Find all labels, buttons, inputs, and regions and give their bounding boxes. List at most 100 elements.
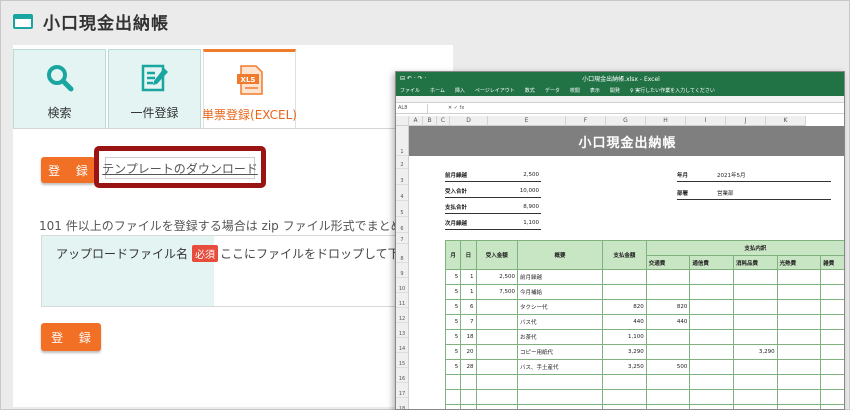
- cell-payment[interactable]: [602, 284, 647, 300]
- cell-day[interactable]: [460, 374, 477, 390]
- template-download-link[interactable]: テンプレートのダウンロード: [102, 157, 258, 179]
- cell-b3[interactable]: [732, 389, 778, 405]
- cell-b2[interactable]: [689, 389, 734, 405]
- row-header[interactable]: 4: [396, 185, 408, 201]
- ribbon-tab-page-layout[interactable]: ページレイアウト: [475, 87, 515, 94]
- cell-summary[interactable]: 今月補給: [516, 284, 604, 300]
- cell-month[interactable]: 5: [444, 329, 462, 345]
- formula-icons[interactable]: ✕ ✓ fx: [448, 105, 464, 111]
- cell-day[interactable]: 6: [460, 299, 477, 315]
- name-box[interactable]: AL8: [396, 103, 428, 113]
- cell-receipt[interactable]: 7,500: [475, 284, 518, 300]
- cell-receipt[interactable]: [475, 344, 518, 360]
- cell-b2[interactable]: [689, 404, 734, 409]
- cell-b1[interactable]: 500: [645, 359, 691, 375]
- register-button-top[interactable]: 登 録: [41, 157, 95, 183]
- cell-b4[interactable]: [776, 359, 822, 375]
- register-button-bottom[interactable]: 登 録: [41, 323, 101, 351]
- cell-receipt[interactable]: [475, 404, 518, 409]
- ribbon-tab-view[interactable]: 表示: [590, 87, 600, 94]
- cell-payment[interactable]: 820: [602, 299, 647, 315]
- cell-b4[interactable]: [776, 299, 822, 315]
- row-header[interactable]: 1: [396, 126, 408, 156]
- cell-b3[interactable]: [732, 314, 778, 330]
- tab-single-entry[interactable]: 一件登録: [108, 49, 201, 129]
- cell-b4[interactable]: [776, 269, 822, 285]
- cell-summary[interactable]: バス代: [516, 314, 604, 330]
- cell-b2[interactable]: [689, 329, 734, 345]
- cell-payment[interactable]: 3,290: [602, 344, 647, 360]
- cell-b1[interactable]: 820: [645, 299, 691, 315]
- cell-month[interactable]: 5: [444, 344, 462, 360]
- cell-payment[interactable]: [602, 269, 647, 285]
- column-header[interactable]: J: [726, 116, 766, 126]
- cell-b2[interactable]: [689, 269, 734, 285]
- cell-b1[interactable]: [645, 344, 691, 360]
- cell-b3[interactable]: [732, 284, 778, 300]
- cell-payment[interactable]: 1,100: [602, 329, 647, 345]
- cell-b5[interactable]: [820, 404, 844, 409]
- cell-b1[interactable]: [645, 374, 691, 390]
- cell-b3[interactable]: [732, 359, 778, 375]
- cell-summary[interactable]: [516, 389, 604, 405]
- column-header[interactable]: A: [409, 116, 423, 126]
- row-header[interactable]: 13: [396, 323, 408, 338]
- cell-b2[interactable]: [689, 314, 734, 330]
- tab-excel-entry[interactable]: XLS 単票登録(EXCEL): [202, 49, 297, 129]
- cell-day[interactable]: [460, 389, 477, 405]
- cell-summary[interactable]: タクシー代: [516, 299, 604, 315]
- cell-month[interactable]: 5: [444, 314, 462, 330]
- row-header[interactable]: 14: [396, 338, 408, 353]
- cell-b3[interactable]: [732, 299, 778, 315]
- cell-b4[interactable]: [776, 374, 822, 390]
- ribbon-tab-data[interactable]: データ: [545, 87, 560, 94]
- cell-b5[interactable]: [820, 299, 844, 315]
- cell-summary[interactable]: バス、手土産代: [516, 359, 604, 375]
- cell-b3[interactable]: [732, 404, 778, 409]
- row-header[interactable]: 18: [396, 398, 408, 409]
- cell-month[interactable]: 5: [444, 299, 462, 315]
- cell-summary[interactable]: 前月繰越: [516, 269, 604, 285]
- cell-receipt[interactable]: [475, 329, 518, 345]
- column-header[interactable]: G: [606, 116, 646, 126]
- cell-b3[interactable]: 3,290: [732, 344, 778, 360]
- cell-payment[interactable]: 3,250: [602, 359, 647, 375]
- tell-me-box[interactable]: ♀ 実行したい作業を入力してください: [630, 87, 715, 94]
- select-all-corner[interactable]: [396, 116, 409, 126]
- row-header[interactable]: 17: [396, 383, 408, 398]
- cell-summary[interactable]: お茶代: [516, 329, 604, 345]
- ribbon-tab-formulas[interactable]: 数式: [525, 87, 535, 94]
- cell-b2[interactable]: [689, 344, 734, 360]
- row-header[interactable]: 2: [396, 156, 408, 169]
- cell-month[interactable]: [444, 374, 462, 390]
- cell-day[interactable]: 20: [460, 344, 477, 360]
- cell-summary[interactable]: [516, 404, 604, 409]
- cell-day[interactable]: 7: [460, 314, 477, 330]
- cell-b4[interactable]: [776, 344, 822, 360]
- cell-payment[interactable]: [602, 389, 647, 405]
- cell-b3[interactable]: [732, 374, 778, 390]
- cell-b1[interactable]: [645, 284, 691, 300]
- cell-b3[interactable]: [732, 329, 778, 345]
- column-header[interactable]: K: [766, 116, 806, 126]
- cell-b1[interactable]: [645, 389, 691, 405]
- cell-b3[interactable]: [732, 269, 778, 285]
- cell-b2[interactable]: [689, 299, 734, 315]
- row-header[interactable]: 16: [396, 368, 408, 383]
- row-header[interactable]: 5: [396, 201, 408, 217]
- cell-day[interactable]: [460, 404, 477, 409]
- cell-b1[interactable]: [645, 329, 691, 345]
- cell-b1[interactable]: [645, 404, 691, 409]
- cell-month[interactable]: [444, 389, 462, 405]
- cell-payment[interactable]: 440: [602, 314, 647, 330]
- cell-b5[interactable]: [820, 344, 844, 360]
- tab-search[interactable]: 検索: [13, 49, 106, 129]
- cell-day[interactable]: 18: [460, 329, 477, 345]
- cell-b1[interactable]: 440: [645, 314, 691, 330]
- ribbon-tab-home[interactable]: ホーム: [430, 87, 445, 94]
- cell-receipt[interactable]: [475, 359, 518, 375]
- cell-receipt[interactable]: [475, 299, 518, 315]
- cell-b2[interactable]: [689, 374, 734, 390]
- cell-receipt[interactable]: 2,500: [475, 269, 518, 285]
- row-header[interactable]: 7: [396, 233, 408, 244]
